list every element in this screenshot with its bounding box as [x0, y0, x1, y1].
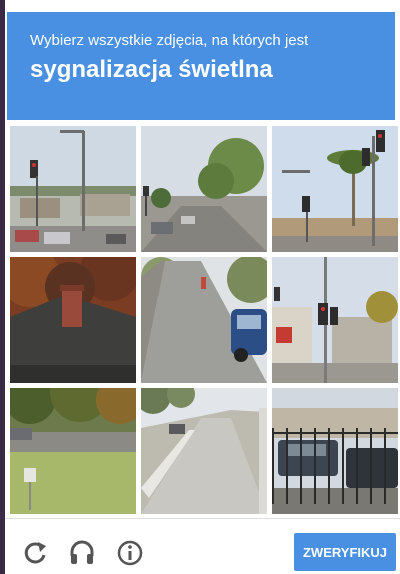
image-tile-2[interactable] — [141, 126, 267, 252]
image-tile-1[interactable] — [10, 126, 136, 252]
target-object-text: sygnalizacja świetlna — [30, 56, 273, 83]
footer-divider — [5, 518, 400, 519]
image-tile-4[interactable] — [10, 257, 136, 383]
image-tile-3[interactable] — [272, 126, 398, 252]
captcha-header: Wybierz wszystkie zdjęcia, na których je… — [7, 12, 395, 120]
reload-icon[interactable] — [20, 538, 50, 568]
image-tile-8[interactable] — [141, 388, 267, 514]
verify-button[interactable]: ZWERYFIKUJ — [294, 533, 396, 571]
info-icon[interactable] — [115, 538, 145, 568]
image-tile-5[interactable] — [141, 257, 267, 383]
instruction-text: Wybierz wszystkie zdjęcia, na których je… — [30, 32, 309, 49]
image-tile-7[interactable] — [10, 388, 136, 514]
image-tile-9[interactable] — [272, 388, 398, 514]
audio-icon[interactable] — [67, 538, 97, 568]
image-tile-6[interactable] — [272, 257, 398, 383]
image-grid — [10, 126, 398, 514]
